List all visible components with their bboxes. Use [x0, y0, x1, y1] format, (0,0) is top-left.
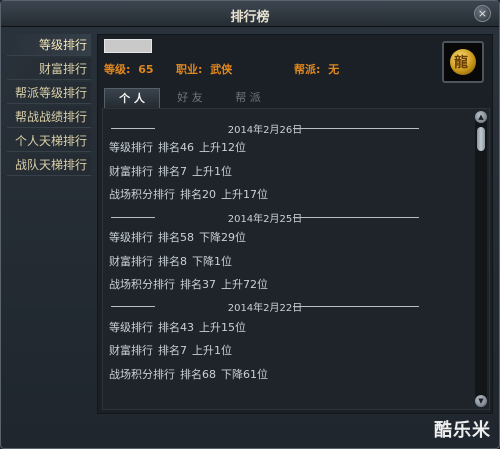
- player-guild: 帮派: 无: [294, 61, 339, 77]
- golden-dragon-emblem-icon: [450, 49, 476, 75]
- rank-type: 战场积分排行: [109, 188, 175, 201]
- rank-type: 财富排行: [109, 165, 153, 178]
- date-separator: 2014年2月25日: [111, 210, 419, 226]
- date-separator: 2014年2月22日: [111, 299, 419, 315]
- rank-change: 下降29位: [199, 231, 246, 244]
- guild-value: 无: [328, 63, 340, 76]
- class-value: 武侠: [210, 63, 233, 76]
- ranking-category-sidebar: 等级排行 财富排行 帮派等级排行 帮战战绩排行 个人天梯排行 战队天梯排行: [7, 34, 91, 178]
- rank-change: 下降61位: [221, 368, 268, 381]
- date-separator: 2014年2月26日: [111, 121, 419, 137]
- site-watermark: 酷乐米: [434, 420, 491, 441]
- rank-position: 排名46: [158, 141, 194, 154]
- sidebar-item-level-ranking[interactable]: 等级排行: [7, 34, 91, 56]
- ranking-main-panel: 等级: 65 职业: 武侠 帮派: 无 个 人 好 友 帮 派 2014年2月2…: [97, 34, 493, 414]
- list-item: 财富排行 排名8 下降1位: [109, 253, 469, 271]
- rank-position: 排名58: [158, 231, 194, 244]
- rank-type: 等级排行: [109, 321, 153, 334]
- player-class: 职业: 武侠: [176, 61, 232, 77]
- rank-position: 排名7: [158, 344, 187, 357]
- title-bar[interactable]: 排行榜 ×: [1, 1, 499, 27]
- tab-guild[interactable]: 帮 派: [220, 88, 276, 108]
- sidebar-item-team-ladder-ranking[interactable]: 战队天梯排行: [7, 154, 91, 176]
- tab-friends[interactable]: 好 友: [162, 88, 218, 108]
- list-item: 战场积分排行 排名37 上升72位: [109, 276, 469, 294]
- rank-type: 等级排行: [109, 231, 153, 244]
- list-item: 财富排行 排名7 上升1位: [109, 342, 469, 360]
- list-scrollbar[interactable]: ▲ ▼: [475, 111, 487, 407]
- rank-type: 战场积分排行: [109, 278, 175, 291]
- rank-position: 排名37: [180, 278, 216, 291]
- rank-type: 财富排行: [109, 255, 153, 268]
- player-level: 等级: 65: [104, 61, 154, 77]
- rank-change: 上升1位: [192, 165, 232, 178]
- list-item: 等级排行 排名46 上升12位: [109, 139, 469, 157]
- scroll-down-arrow-icon[interactable]: ▼: [475, 395, 487, 407]
- player-name-redacted: [104, 39, 152, 53]
- list-item: 战场积分排行 排名20 上升17位: [109, 186, 469, 204]
- rank-position: 排名7: [158, 165, 187, 178]
- sidebar-item-wealth-ranking[interactable]: 财富排行: [7, 58, 91, 80]
- tab-personal[interactable]: 个 人: [104, 88, 160, 108]
- rank-change: 上升12位: [199, 141, 246, 154]
- scroll-up-arrow-icon[interactable]: ▲: [475, 111, 487, 123]
- close-button[interactable]: ×: [474, 5, 491, 22]
- rank-type: 战场积分排行: [109, 368, 175, 381]
- rank-position: 排名20: [180, 188, 216, 201]
- list-item: 财富排行 排名7 上升1位: [109, 163, 469, 181]
- list-item: 等级排行 排名58 下降29位: [109, 229, 469, 247]
- class-label: 职业:: [176, 63, 203, 76]
- rank-type: 财富排行: [109, 344, 153, 357]
- rank-type: 等级排行: [109, 141, 153, 154]
- level-value: 65: [138, 63, 154, 76]
- level-label: 等级:: [104, 63, 131, 76]
- sidebar-item-guild-war-ranking[interactable]: 帮战战绩排行: [7, 106, 91, 128]
- rank-position: 排名68: [180, 368, 216, 381]
- rank-position: 排名8: [158, 255, 187, 268]
- guild-label: 帮派:: [294, 63, 321, 76]
- rank-change: 上升17位: [221, 188, 268, 201]
- list-item: 等级排行 排名43 上升15位: [109, 319, 469, 337]
- rank-change: 下降1位: [192, 255, 232, 268]
- scroll-thumb[interactable]: [477, 127, 485, 151]
- player-emblem-avatar: [442, 41, 484, 83]
- rank-change: 上升72位: [221, 278, 268, 291]
- ranking-history-list: 2014年2月26日 等级排行 排名46 上升12位 财富排行 排名7 上升1位 战场积…: [102, 108, 490, 410]
- sidebar-item-personal-ladder-ranking[interactable]: 个人天梯排行: [7, 130, 91, 152]
- list-item: 战场积分排行 排名68 下降61位: [109, 366, 469, 384]
- sidebar-item-guild-level-ranking[interactable]: 帮派等级排行: [7, 82, 91, 104]
- rank-change: 上升15位: [199, 321, 246, 334]
- window-title: 排行榜: [230, 10, 270, 25]
- rank-change: 上升1位: [192, 344, 232, 357]
- rank-position: 排名43: [158, 321, 194, 334]
- ranking-window: 排行榜 × 等级排行 财富排行 帮派等级排行 帮战战绩排行 个人天梯排行 战队天…: [0, 0, 500, 449]
